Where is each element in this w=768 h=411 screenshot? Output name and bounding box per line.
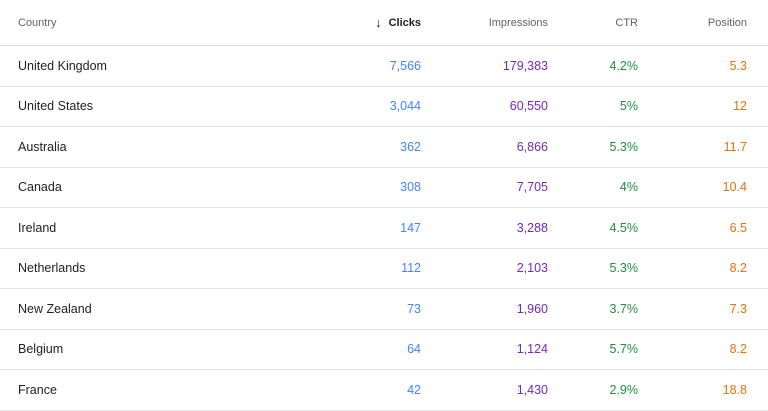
cell-ctr: 5.3%	[609, 139, 639, 154]
cell-position: 11.7	[723, 139, 747, 154]
cell-country: Netherlands	[18, 261, 86, 276]
cell-clicks: 147	[400, 220, 421, 235]
column-header-position[interactable]: Position	[708, 0, 747, 45]
cell-clicks: 308	[400, 180, 421, 195]
cell-position: 18.8	[722, 382, 747, 397]
cell-clicks: 362	[400, 139, 421, 154]
cell-position: 8.2	[729, 261, 747, 276]
table-row[interactable]: United States 3,044 60,550 5% 12	[0, 87, 768, 127]
cell-impressions: 3,288	[516, 220, 548, 235]
cell-country: United Kingdom	[18, 58, 107, 73]
table-row[interactable]: New Zealand 73 1,960 3.7% 7.3	[0, 289, 768, 330]
cell-impressions: 1,124	[516, 342, 548, 357]
cell-ctr: 5%	[619, 99, 638, 114]
cell-ctr: 4%	[619, 180, 638, 195]
table-row[interactable]: Ireland 147 3,288 4.5% 6.5	[0, 208, 768, 249]
cell-country: United States	[18, 99, 94, 114]
cell-ctr: 2.9%	[609, 382, 639, 397]
column-header-clicks[interactable]: ↓ Clicks	[375, 0, 421, 45]
column-header-clicks-label: Clicks	[388, 16, 421, 29]
cell-ctr: 5.7%	[609, 342, 639, 357]
cell-impressions: 6,866	[516, 139, 548, 154]
table-row[interactable]: Canada 308 7,705 4% 10.4	[0, 168, 768, 208]
cell-ctr: 5.3%	[609, 261, 639, 276]
cell-country: France	[18, 382, 57, 397]
cell-country: New Zealand	[18, 301, 92, 316]
cell-clicks: 7,566	[389, 58, 421, 73]
cell-position: 8.2	[729, 342, 747, 357]
cell-impressions: 1,430	[516, 382, 548, 397]
cell-position: 6.5	[729, 220, 747, 235]
cell-position: 12	[733, 99, 747, 114]
cell-country: Ireland	[18, 220, 57, 235]
cell-ctr: 3.7%	[609, 301, 639, 316]
column-header-country[interactable]: Country	[18, 0, 57, 45]
column-header-ctr[interactable]: CTR	[615, 0, 638, 45]
cell-clicks: 3,044	[389, 99, 421, 114]
table-row[interactable]: France 42 1,430 2.9% 18.8	[0, 370, 768, 411]
cell-position: 7.3	[729, 301, 747, 316]
cell-clicks: 73	[407, 301, 421, 316]
column-header-impressions[interactable]: Impressions	[489, 0, 548, 45]
cell-country: Belgium	[18, 342, 64, 357]
table-row[interactable]: Netherlands 112 2,103 5.3% 8.2	[0, 249, 768, 289]
cell-country: Australia	[18, 139, 67, 154]
cell-impressions: 179,383	[502, 58, 548, 73]
table-header-row: Country ↓ Clicks Impressions CTR Positio…	[0, 0, 768, 46]
cell-impressions: 1,960	[516, 301, 548, 316]
cell-clicks: 64	[407, 342, 421, 357]
cell-position: 5.3	[729, 58, 747, 73]
cell-country: Canada	[18, 180, 62, 195]
performance-table: Country ↓ Clicks Impressions CTR Positio…	[0, 0, 768, 411]
cell-ctr: 4.5%	[609, 220, 639, 235]
table-body: United Kingdom 7,566 179,383 4.2% 5.3 United …	[0, 46, 768, 411]
cell-impressions: 2,103	[516, 261, 548, 276]
cell-ctr: 4.2%	[609, 58, 639, 73]
cell-impressions: 60,550	[509, 99, 548, 114]
arrow-down-icon: ↓	[375, 15, 382, 30]
table-row[interactable]: Australia 362 6,866 5.3% 11.7	[0, 127, 768, 168]
cell-position: 10.4	[722, 180, 747, 195]
cell-clicks: 112	[401, 261, 421, 276]
table-row[interactable]: Belgium 64 1,124 5.7% 8.2	[0, 330, 768, 370]
cell-clicks: 42	[407, 382, 421, 397]
table-row[interactable]: United Kingdom 7,566 179,383 4.2% 5.3	[0, 46, 768, 87]
cell-impressions: 7,705	[516, 180, 548, 195]
